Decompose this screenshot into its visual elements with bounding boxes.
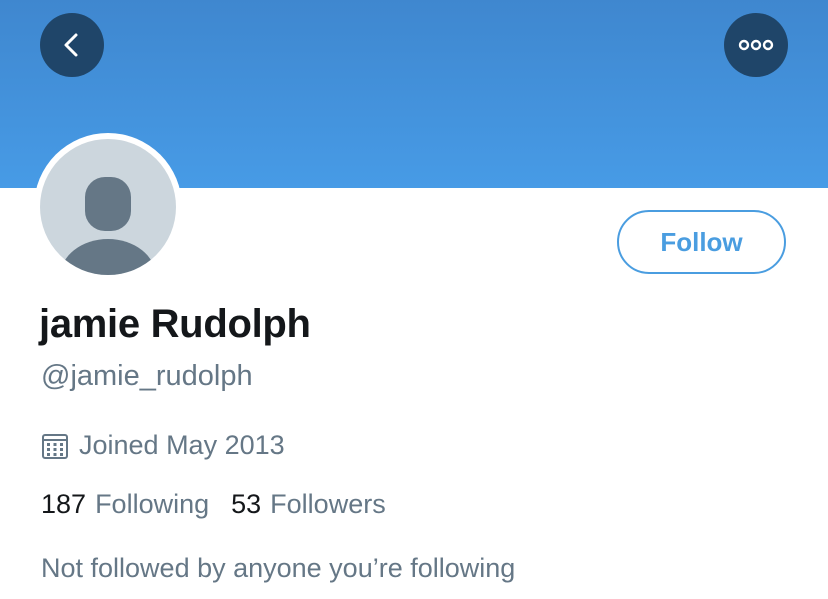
joined-date: Joined May 2013 xyxy=(41,430,285,461)
default-avatar xyxy=(40,139,176,275)
followers-count: 53 xyxy=(231,489,262,519)
ellipsis-icon xyxy=(738,39,774,51)
following-count: 187 xyxy=(41,489,87,519)
follow-button[interactable]: Follow xyxy=(617,210,786,274)
following-stat[interactable]: 187 Following xyxy=(41,489,209,520)
display-name: jamie Rudolph xyxy=(39,302,311,346)
avatar[interactable] xyxy=(34,133,182,281)
followers-label: Followers xyxy=(270,489,386,519)
more-options-button[interactable] xyxy=(724,13,788,77)
joined-text: Joined May 2013 xyxy=(79,430,285,460)
calendar-icon xyxy=(42,433,68,459)
mutual-followers-text: Not followed by anyone you’re following xyxy=(41,553,516,583)
user-handle: @jamie_rudolph xyxy=(41,360,253,392)
following-label: Following xyxy=(95,489,210,519)
follow-stats: 187 Following 53 Followers xyxy=(41,489,386,520)
followers-stat[interactable]: 53 Followers xyxy=(231,489,386,520)
chevron-left-icon xyxy=(64,33,78,57)
back-button[interactable] xyxy=(40,13,104,77)
default-profile-icon xyxy=(60,177,156,275)
